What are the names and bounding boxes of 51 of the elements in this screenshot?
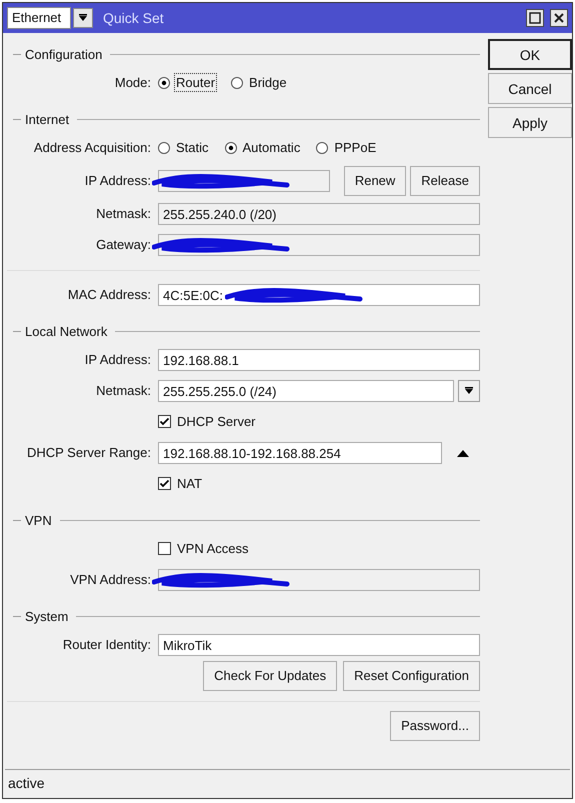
field-label: IP Address:: [84, 352, 151, 367]
text-field[interactable]: MikroTik: [158, 634, 480, 656]
field-label: MAC Address:: [66, 287, 151, 302]
radio-label[interactable]: Bridge: [247, 73, 289, 92]
radio-label[interactable]: PPPoE: [332, 138, 378, 157]
field-label: Netmask:: [95, 206, 151, 221]
form-button[interactable]: Release: [410, 166, 480, 196]
radio-label[interactable]: Static: [174, 138, 211, 157]
section-title: System: [25, 608, 68, 624]
close-icon[interactable]: [550, 9, 568, 27]
dialog-button[interactable]: Cancel: [488, 73, 572, 104]
field-label: Netmask:: [95, 383, 151, 398]
field-label: Router Identity:: [62, 637, 151, 652]
radio-icon[interactable]: [231, 76, 244, 88]
checkbox-label[interactable]: NAT: [177, 476, 202, 491]
form-button[interactable]: Renew: [344, 166, 406, 196]
radio-label[interactable]: Router: [174, 73, 218, 92]
section-title: Configuration: [25, 46, 102, 62]
text-field[interactable]: 255.255.240.0 (/20): [158, 202, 480, 224]
radio-icon[interactable]: [158, 76, 170, 88]
form-button[interactable]: Reset Configuration: [343, 660, 480, 690]
field-label: Mode:: [114, 75, 151, 90]
checkbox-label[interactable]: VPN Access: [177, 541, 249, 556]
field-label: IP Address:: [84, 173, 151, 188]
field-label: DHCP Server Range:: [26, 445, 151, 460]
form-button[interactable]: Check For Updates: [203, 660, 338, 690]
radio-label[interactable]: Automatic: [240, 138, 302, 157]
maximize-icon[interactable]: [526, 9, 544, 27]
section-title: VPN: [25, 512, 52, 528]
checkbox[interactable]: [158, 415, 171, 428]
radio-icon[interactable]: [224, 142, 237, 154]
text-field[interactable]: 192.168.88.10-192.168.88.254: [158, 442, 442, 464]
section-title: Internet: [25, 112, 70, 126]
section-title: Local Network: [25, 324, 108, 338]
field-label: Gateway:: [95, 237, 151, 252]
radio-icon[interactable]: [158, 142, 170, 154]
collapse-arrow-icon[interactable]: [457, 448, 469, 456]
radio-icon[interactable]: [316, 142, 328, 154]
checkbox[interactable]: [158, 542, 171, 555]
form-button[interactable]: Password...: [390, 710, 480, 740]
field-label: VPN Address:: [69, 572, 151, 587]
field-label: Address Acquisition:: [32, 140, 151, 155]
status-text: active: [8, 775, 45, 791]
checkbox-label[interactable]: DHCP Server: [177, 414, 256, 429]
interface-dropdown[interactable]: Ethernet: [7, 7, 71, 29]
checkbox[interactable]: [158, 477, 171, 490]
dialog-button[interactable]: OK: [488, 39, 572, 70]
text-field[interactable]: 255.255.255.0 (/24): [158, 380, 454, 402]
window-title: Quick Set: [103, 10, 165, 26]
dialog-button[interactable]: Apply: [488, 107, 572, 138]
text-field[interactable]: 192.168.88.1: [158, 348, 480, 370]
